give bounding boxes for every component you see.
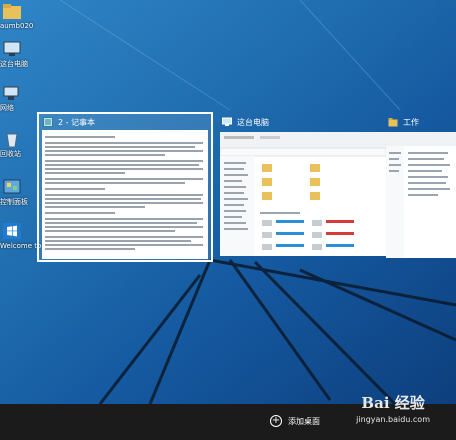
task-view-window-folder[interactable]: 工作	[386, 114, 456, 258]
add-desktop-label: 添加桌面	[288, 416, 320, 426]
desktop-icon-control-panel[interactable]: 控制面板	[0, 178, 34, 206]
watermark-brand: Bai 经验	[361, 394, 425, 412]
window-title-bar: 这台电脑	[222, 114, 269, 130]
desktop-icon-label: 回收站	[0, 150, 21, 158]
plus-circle-icon: +	[270, 415, 282, 427]
notepad-icon	[43, 117, 53, 127]
recycle-bin-icon	[2, 130, 24, 150]
window-title: 工作	[403, 117, 419, 127]
folder-icon	[388, 117, 398, 127]
explorer-content-preview	[220, 132, 386, 256]
network-icon	[2, 84, 24, 104]
desktop-icon-recycle-bin[interactable]: 回收站	[0, 130, 34, 158]
user-folder-icon	[2, 2, 24, 22]
desktop-icon-label: 网络	[0, 104, 14, 112]
folder-content-preview	[386, 132, 456, 258]
desktop-icon-label: 这台电脑	[0, 60, 28, 68]
task-view-window-notepad[interactable]: 2 - 记事本	[37, 112, 213, 262]
desktop-icon-welcome[interactable]: Welcome to Tech Previ...	[0, 222, 85, 250]
watermark-url: jingyan.baidu.com	[356, 415, 430, 424]
desktop-icon-this-pc[interactable]: 这台电脑	[0, 40, 34, 68]
notepad-content-preview	[42, 130, 208, 259]
computer-icon	[222, 117, 232, 127]
desktop-icon-label: 控制面板	[0, 198, 28, 206]
window-title: 2 - 记事本	[58, 117, 96, 127]
window-title-bar: 工作	[388, 114, 419, 130]
windows-icon	[2, 222, 24, 242]
watermark: Bai 经验 jingyan.baidu.com	[356, 392, 430, 424]
task-view-window-this-pc[interactable]: 这台电脑	[220, 114, 388, 256]
control-panel-icon	[2, 178, 24, 198]
window-title-bar: 2 - 记事本	[43, 114, 95, 130]
desktop: aumb020 这台电脑 网络 回收站 控制面板 Welcome to Tech…	[0, 0, 456, 404]
desktop-icon-label: Welcome to Tech Previ...	[0, 242, 85, 250]
window-title: 这台电脑	[237, 117, 269, 127]
desktop-icon-network[interactable]: 网络	[0, 84, 34, 112]
computer-icon	[2, 40, 24, 60]
desktop-icon-user-folder[interactable]: aumb020	[0, 2, 34, 30]
desktop-icon-label: aumb020	[0, 22, 34, 30]
add-desktop-button[interactable]: + 添加桌面	[270, 415, 320, 427]
